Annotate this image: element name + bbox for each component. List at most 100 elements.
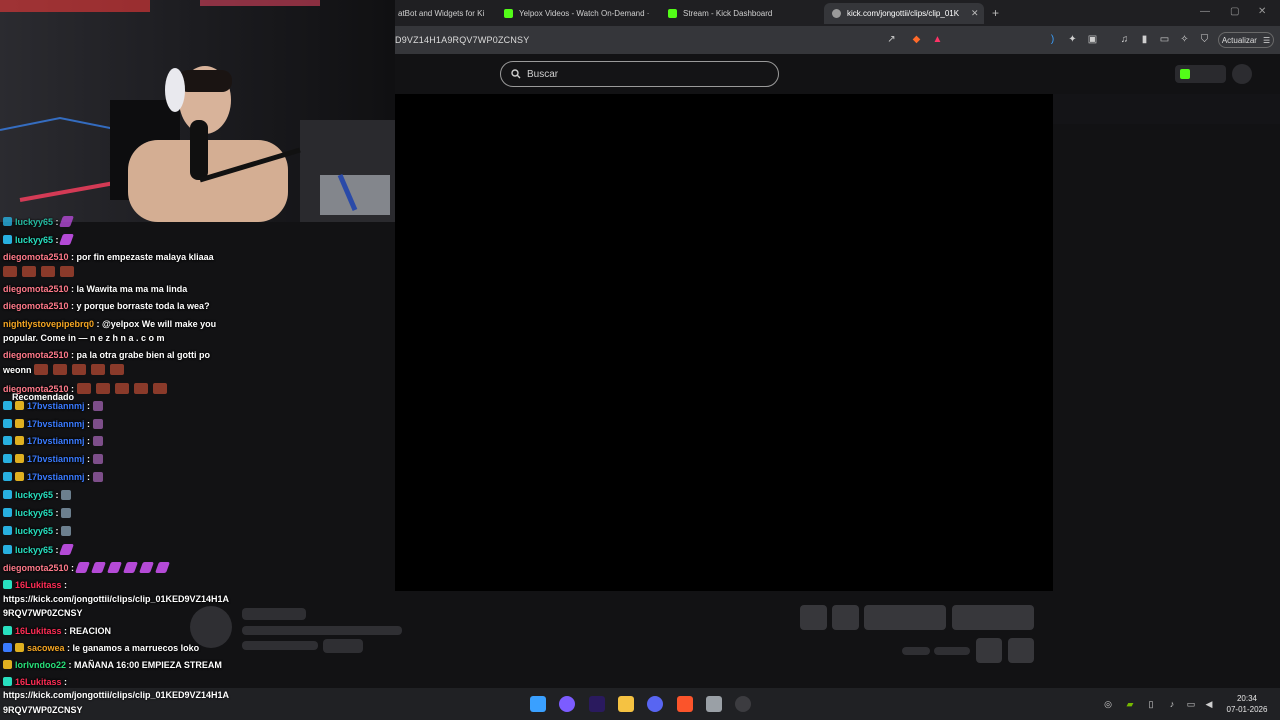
action-button-skeleton (864, 605, 946, 630)
skeleton-line (934, 647, 970, 655)
chat-username: diegomota2510 (3, 252, 69, 262)
calculator-icon[interactable] (706, 696, 722, 712)
chat-username: diegomota2510 (3, 563, 69, 573)
cortana-icon[interactable] (559, 696, 575, 712)
search-icon (511, 69, 521, 79)
emote-icon (91, 364, 106, 375)
chat-message-continuation[interactable]: 9RQV7WP0ZCNSY (3, 608, 83, 618)
emote-icon (53, 364, 68, 375)
emote-icon (61, 508, 72, 518)
browser-tab[interactable]: atBot and Widgets for Ki (390, 3, 490, 24)
minimize-icon[interactable]: — (1200, 6, 1210, 17)
emote-icon (60, 266, 74, 277)
chat-overlay: luckyy65 : luckyy65 : diegomota2510 : po… (0, 214, 395, 694)
browser-tab[interactable]: Stream - Kick Dashboard (660, 3, 820, 24)
vpn-icon[interactable]: ⛉ (1198, 33, 1211, 46)
chat-message: diegomota2510 : por fin empezaste malaya… (3, 252, 214, 262)
emote-icon (92, 436, 103, 446)
chat-message: 16Lukitass : (3, 677, 67, 687)
emote-icon (22, 266, 36, 277)
discord-icon[interactable] (647, 696, 663, 712)
audio-icon[interactable]: ) (1046, 33, 1059, 46)
emote-icon (92, 472, 103, 482)
obs-icon[interactable] (735, 696, 751, 712)
chat-username: lorlvndoo22 (15, 660, 67, 670)
chat-message: luckyy65 : (3, 216, 77, 227)
chat-link-line[interactable]: 9RQV7WP0ZCNSY (3, 705, 83, 715)
emote-icon (59, 216, 75, 227)
kick-favicon-icon (504, 9, 513, 18)
chat-username: 16Lukitass (15, 677, 62, 687)
kick-favicon-icon (668, 9, 677, 18)
maximize-icon[interactable]: ▢ (1230, 6, 1239, 17)
chat-username: 17bvstiannmj (27, 436, 85, 446)
chat-username: luckyy65 (15, 545, 54, 555)
kick-logo-icon (1180, 69, 1190, 79)
action-button-skeleton (832, 605, 859, 630)
reading-list-icon[interactable]: ▣ (1086, 33, 1099, 46)
clock-time: 20:34 (1236, 694, 1258, 703)
subscriber-badge-icon (3, 677, 12, 686)
emote-icon (72, 364, 87, 375)
taskbar-clock[interactable]: 20:34 07-01-2026 (1222, 693, 1272, 715)
chat-username: luckyy65 (15, 508, 54, 518)
browser-tab-active[interactable]: kick.com/jongottii/clips/clip_01K ✕ (824, 3, 984, 24)
sidebar-icon[interactable]: ▮ (1138, 33, 1151, 46)
chat-text: por fin empezaste malaya kliaaa (76, 252, 214, 262)
emote-icon (154, 562, 170, 573)
chat-username: luckyy65 (15, 490, 54, 500)
media-icon[interactable]: ♫ (1118, 33, 1131, 46)
new-tab-button[interactable]: + (992, 6, 999, 20)
chat-message: luckyy65 : (3, 526, 76, 536)
extensions-icon[interactable]: ✦ (1066, 33, 1079, 46)
file-explorer-icon[interactable] (618, 696, 634, 712)
update-button[interactable]: Actualizar ☰ (1218, 32, 1274, 48)
chat-text: weonn (3, 365, 32, 375)
network-icon[interactable]: ▭ (1185, 698, 1197, 710)
chat-message: luckyy65 : (3, 234, 77, 245)
brave-rewards-icon[interactable]: ▲ (931, 33, 944, 46)
premiere-icon[interactable] (589, 696, 605, 712)
address-bar[interactable]: D9VZ14H1A9RQV7WP0ZCNSY (395, 35, 529, 45)
emote-icon (122, 562, 138, 573)
chat-message: diegomota2510 : la Wawita ma ma ma linda (3, 284, 188, 294)
chat-text: y porque borraste toda la wea? (76, 301, 210, 311)
chat-message: 17bvstiannmj : (3, 419, 108, 429)
chat-link-line[interactable]: https://kick.com/jongottii/clips/clip_01… (3, 690, 229, 700)
close-window-icon[interactable]: ✕ (1258, 6, 1266, 17)
brave-shield-icon[interactable]: ◆ (910, 33, 923, 46)
emote-icon (61, 526, 72, 536)
close-tab-icon[interactable]: ✕ (971, 8, 979, 19)
tab-title: Yelpox Videos - Watch On-Demand · (519, 9, 650, 18)
leo-ai-icon[interactable]: ✧ (1178, 33, 1191, 46)
chat-username: sacowea (27, 643, 65, 653)
tray-app-icon[interactable]: ◎ (1102, 698, 1114, 710)
wallet-icon[interactable]: ▭ (1158, 33, 1171, 46)
subscriber-badge-icon (3, 436, 12, 445)
user-avatar[interactable] (1232, 64, 1252, 84)
chat-username: nightlystovepipebrq0 (3, 319, 95, 329)
action-button-skeleton (952, 605, 1034, 630)
video-player[interactable] (395, 94, 1053, 591)
emote-icon (3, 266, 17, 277)
share-icon[interactable]: ↗ (885, 33, 898, 46)
nvidia-icon[interactable]: ▰ (1124, 698, 1136, 710)
chat-username: 17bvstiannmj (27, 401, 85, 411)
subscriber-badge-icon (3, 217, 12, 226)
recommended-label: Recomendado (12, 392, 75, 402)
start-icon[interactable] (530, 696, 546, 712)
chat-username: luckyy65 (15, 217, 54, 227)
kick-status-pill[interactable] (1175, 65, 1226, 83)
volume-icon[interactable]: ◀ (1203, 698, 1215, 710)
chat-message: 16Lukitass : REACION (3, 626, 111, 636)
browser-tab[interactable]: Yelpox Videos - Watch On-Demand · (496, 3, 654, 24)
search-input[interactable]: Buscar (500, 61, 779, 87)
usb-icon[interactable]: ▯ (1145, 698, 1157, 710)
chat-message-continuation[interactable]: https://kick.com/jongottii/clips/clip_01… (3, 594, 229, 604)
subscriber-badge-icon (3, 401, 12, 410)
vip-badge-icon (15, 454, 24, 463)
chat-message: diegomota2510 : (3, 562, 173, 573)
chat-username: luckyy65 (15, 526, 54, 536)
brave-icon[interactable] (677, 696, 693, 712)
microphone-icon[interactable]: ♪ (1166, 698, 1178, 710)
